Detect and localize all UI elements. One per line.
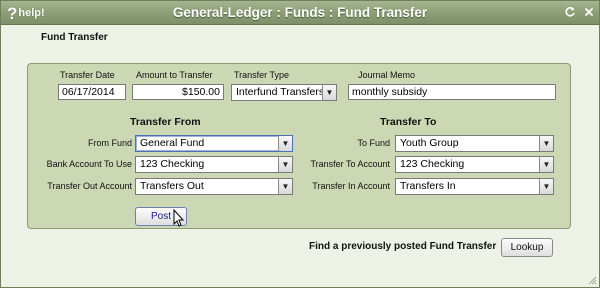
close-icon[interactable] [582,6,596,20]
transfer-date-label: Transfer Date [60,70,115,80]
transfer-to-account-label: Transfer To Account [310,159,390,169]
transfer-date-field[interactable]: 06/17/2014 [58,84,126,100]
transfer-in-label: Transfer In Account [312,181,390,191]
journal-memo-field[interactable]: monthly subsidy [348,84,556,100]
transfer-type-select[interactable]: Interfund Transfers ▼ [231,84,337,101]
transfer-form-panel: Transfer Date Amount to Transfer Transfe… [27,63,571,229]
transfer-out-value: Transfers Out [140,180,204,192]
transfer-in-value: Transfers In [400,180,456,192]
title-bar: ? help! General-Ledger : Funds : Fund Tr… [1,1,599,25]
fund-transfer-window: ? help! General-Ledger : Funds : Fund Tr… [0,0,600,288]
to-fund-select[interactable]: Youth Group ▼ [395,135,554,152]
transfer-in-select[interactable]: Transfers In ▼ [395,178,554,195]
resize-grip-icon[interactable] [587,275,597,285]
window-title: General-Ledger : Funds : Fund Transfer [172,5,428,20]
to-fund-label: To Fund [357,138,390,148]
chevron-down-icon[interactable]: ▼ [322,85,336,100]
from-fund-value: General Fund [140,137,205,149]
section-title: Fund Transfer [41,32,108,43]
journal-memo-label: Journal Memo [358,70,416,80]
transfer-out-label: Transfer Out Account [47,181,132,191]
bank-account-select[interactable]: 123 Checking ▼ [135,156,293,173]
amount-field[interactable]: $150.00 [132,84,224,100]
find-previous-transfer-label: Find a previously posted Fund Transfer [309,241,497,252]
transfer-type-value: Interfund Transfers [236,86,325,98]
bank-account-label: Bank Account To Use [46,159,132,169]
from-fund-label: From Fund [87,138,132,148]
transfer-to-heading: Transfer To [380,116,437,128]
chevron-down-icon[interactable]: ▼ [539,179,553,194]
chevron-down-icon[interactable]: ▼ [539,136,553,151]
to-fund-value: Youth Group [400,137,459,149]
amount-label: Amount to Transfer [136,70,213,80]
bank-account-value: 123 Checking [140,158,205,170]
lookup-button[interactable]: Lookup [501,238,553,257]
transfer-to-account-select[interactable]: 123 Checking ▼ [395,156,554,173]
from-fund-select[interactable]: General Fund ▼ [135,135,293,152]
transfer-to-account-value: 123 Checking [400,158,465,170]
transfer-out-select[interactable]: Transfers Out ▼ [135,178,293,195]
mouse-pointer-icon [173,209,185,227]
transfer-type-label: Transfer Type [234,70,290,80]
transfer-from-heading: Transfer From [130,116,201,128]
chevron-down-icon[interactable]: ▼ [539,157,553,172]
refresh-icon[interactable] [563,6,577,20]
